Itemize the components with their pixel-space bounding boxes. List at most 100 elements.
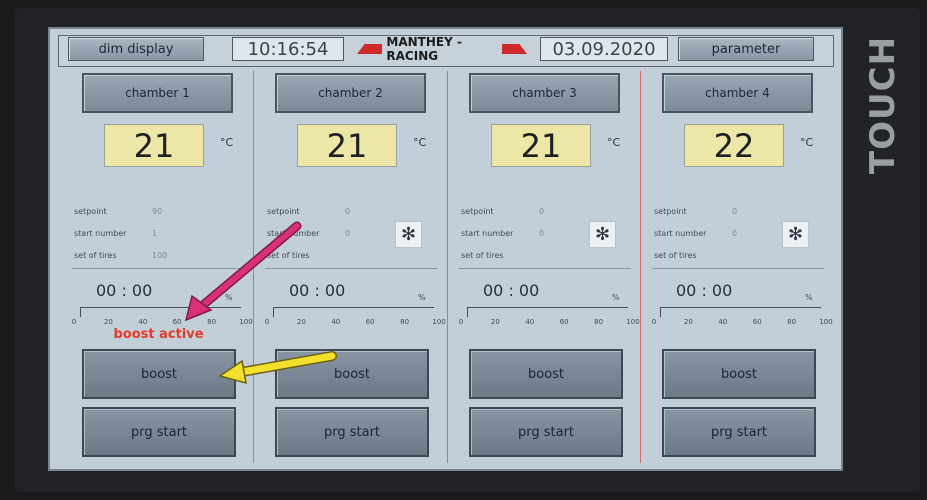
clock-display: 10:16:54 xyxy=(232,37,344,61)
temperature-unit: °C xyxy=(413,136,427,149)
start-number-label: start number xyxy=(654,229,707,238)
temperature-unit: °C xyxy=(800,136,814,149)
fan-icon[interactable]: ✻ xyxy=(395,221,422,248)
scale-tick: 60 xyxy=(559,318,569,326)
scale-tick: 40 xyxy=(718,318,728,326)
timer-display: 00 : 00 xyxy=(676,281,733,300)
touch-screen: dim display 10:16:54 MANTHEY - RACING 03… xyxy=(48,27,843,471)
set-of-tires-value: 100 xyxy=(152,251,168,260)
scale-tick: 60 xyxy=(365,318,375,326)
boost-button[interactable]: boost xyxy=(275,349,429,399)
timer-display: 00 : 00 xyxy=(289,281,346,300)
set-of-tires-label: set of tires xyxy=(267,251,310,260)
scale-tick: 100 xyxy=(239,318,253,326)
setpoint-value: 0 xyxy=(539,207,545,216)
progress-bar xyxy=(273,307,434,317)
progress-scale: 0 20 40 60 80 100 xyxy=(458,318,640,328)
scale-tick: 100 xyxy=(626,318,640,326)
start-number-label: start number xyxy=(74,229,127,238)
progress-scale: 0 20 40 60 80 100 xyxy=(651,318,833,328)
scale-tick: 80 xyxy=(400,318,410,326)
percent-label: % xyxy=(805,293,813,302)
program-start-button[interactable]: prg start xyxy=(275,407,429,457)
progress-bar xyxy=(80,307,241,317)
parameter-button[interactable]: parameter xyxy=(678,37,814,61)
scale-tick: 20 xyxy=(490,318,500,326)
fan-icon[interactable]: ✻ xyxy=(782,221,809,248)
setpoint-label: setpoint xyxy=(74,207,107,216)
scale-tick: 0 xyxy=(71,318,77,326)
scale-tick: 80 xyxy=(207,318,217,326)
temperature-display: 21 xyxy=(297,124,397,167)
start-number-value: 0 xyxy=(732,229,738,238)
set-of-tires-label: set of tires xyxy=(74,251,117,260)
progress-scale: 0 20 40 60 80 100 xyxy=(264,318,446,328)
start-number-label: start number xyxy=(267,229,320,238)
boost-button[interactable]: boost xyxy=(82,349,236,399)
scale-tick: 0 xyxy=(458,318,464,326)
logo-text: MANTHEY - RACING xyxy=(386,35,462,63)
start-number-label: start number xyxy=(461,229,514,238)
chamber-button[interactable]: chamber 2 xyxy=(275,73,426,113)
program-start-button[interactable]: prg start xyxy=(469,407,623,457)
program-start-button[interactable]: prg start xyxy=(82,407,236,457)
chamber-column-3: chamber 3 21 °C setpoint 0 start number … xyxy=(449,69,642,465)
fan-icon[interactable]: ✻ xyxy=(589,221,616,248)
chamber-column-2: chamber 2 21 °C setpoint 0 start number … xyxy=(255,69,448,465)
setpoint-value: 0 xyxy=(345,207,351,216)
scale-tick: 100 xyxy=(819,318,833,326)
start-number-value: 0 xyxy=(539,229,545,238)
scale-tick: 0 xyxy=(264,318,270,326)
boost-button[interactable]: boost xyxy=(469,349,623,399)
set-of-tires-label: set of tires xyxy=(654,251,697,260)
timer-display: 00 : 00 xyxy=(96,281,153,300)
boost-status: boost active xyxy=(113,327,204,342)
chamber-column-4: chamber 4 22 °C setpoint 0 start number … xyxy=(642,69,835,465)
divider-line xyxy=(652,268,824,269)
scale-tick: 60 xyxy=(172,318,182,326)
divider-line xyxy=(72,268,244,269)
manthey-racing-logo: MANTHEY - RACING xyxy=(357,35,527,63)
percent-label: % xyxy=(612,293,620,302)
logo-stripe-right xyxy=(501,44,527,54)
setpoint-label: setpoint xyxy=(654,207,687,216)
setpoint-value: 90 xyxy=(152,207,163,216)
chamber-button[interactable]: chamber 1 xyxy=(82,73,233,113)
temperature-display: 21 xyxy=(104,124,204,167)
timer-display: 00 : 00 xyxy=(483,281,540,300)
chamber-button[interactable]: chamber 4 xyxy=(662,73,813,113)
scale-tick: 60 xyxy=(752,318,762,326)
logo-stripe-left xyxy=(357,44,383,54)
scale-tick: 80 xyxy=(594,318,604,326)
divider-line xyxy=(265,268,437,269)
setpoint-value: 0 xyxy=(732,207,738,216)
chamber-button[interactable]: chamber 3 xyxy=(469,73,620,113)
temperature-display: 21 xyxy=(491,124,591,167)
scale-tick: 40 xyxy=(331,318,341,326)
divider-line xyxy=(459,268,631,269)
chamber-column-1: chamber 1 21 °C setpoint 90 start number… xyxy=(62,69,255,465)
temperature-display: 22 xyxy=(684,124,784,167)
scale-tick: 20 xyxy=(683,318,693,326)
percent-label: % xyxy=(418,293,426,302)
scale-tick: 0 xyxy=(651,318,657,326)
scale-tick: 80 xyxy=(787,318,797,326)
temperature-unit: °C xyxy=(607,136,621,149)
start-number-value: 1 xyxy=(152,229,158,238)
set-of-tires-label: set of tires xyxy=(461,251,504,260)
start-number-value: 0 xyxy=(345,229,351,238)
date-display: 03.09.2020 xyxy=(540,37,668,61)
scale-tick: 100 xyxy=(432,318,446,326)
progress-bar xyxy=(467,307,628,317)
progress-bar xyxy=(660,307,821,317)
scale-tick: 40 xyxy=(138,318,148,326)
percent-label: % xyxy=(225,293,233,302)
scale-tick: 20 xyxy=(103,318,113,326)
scale-tick: 40 xyxy=(525,318,535,326)
program-start-button[interactable]: prg start xyxy=(662,407,816,457)
temperature-unit: °C xyxy=(220,136,234,149)
setpoint-label: setpoint xyxy=(461,207,494,216)
dim-display-button[interactable]: dim display xyxy=(68,37,204,61)
boost-button[interactable]: boost xyxy=(662,349,816,399)
scale-tick: 20 xyxy=(296,318,306,326)
